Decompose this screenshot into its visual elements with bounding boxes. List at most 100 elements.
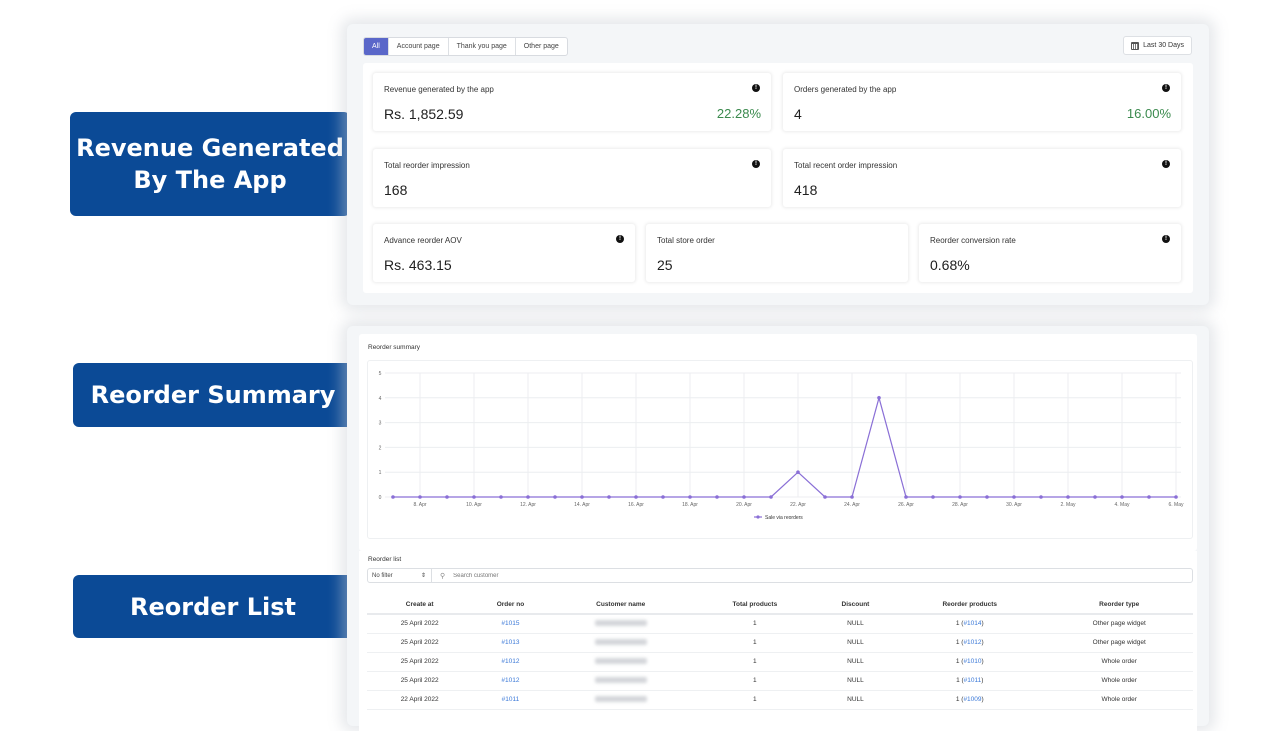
reorder-list-filter-bar: No filter ⇕ ⚲ bbox=[367, 568, 1193, 583]
reorder-order-link[interactable]: #1011 bbox=[964, 677, 982, 684]
data-point bbox=[904, 495, 908, 499]
page-filter-tabs: All Account page Thank you page Other pa… bbox=[363, 37, 568, 56]
order-link[interactable]: #1012 bbox=[501, 658, 519, 665]
cell-created: 25 April 2022 bbox=[367, 652, 472, 671]
stat-title: Total recent order impression bbox=[794, 161, 897, 170]
callout-reorder-summary: Reorder Summary bbox=[73, 363, 353, 427]
tab-account-page[interactable]: Account page bbox=[389, 38, 449, 55]
reorder-order-link[interactable]: #1014 bbox=[963, 620, 981, 627]
data-point bbox=[1012, 495, 1016, 499]
column-header[interactable]: Create at bbox=[367, 595, 472, 614]
cell-total-products: 1 bbox=[693, 690, 817, 709]
order-link[interactable]: #1011 bbox=[502, 696, 520, 703]
data-point bbox=[1093, 495, 1097, 499]
y-tick-label: 1 bbox=[379, 470, 382, 476]
x-tick-label: 16. Apr bbox=[628, 502, 644, 508]
data-point bbox=[607, 495, 611, 499]
filter-select[interactable]: No filter ⇕ bbox=[368, 569, 432, 582]
data-point bbox=[688, 495, 692, 499]
data-point bbox=[715, 495, 719, 499]
cell-customer bbox=[549, 652, 693, 671]
stat-card-aov: Advance reorder AOV ! Rs. 463.15 bbox=[373, 224, 635, 282]
table-header-row: Create at Order no Customer name Total p… bbox=[367, 595, 1193, 614]
data-point bbox=[796, 470, 800, 474]
customer-name-blurred bbox=[595, 658, 647, 664]
cell-created: 25 April 2022 bbox=[367, 633, 472, 652]
search-icon: ⚲ bbox=[440, 572, 445, 580]
reorder-order-link[interactable]: #1010 bbox=[963, 658, 981, 665]
select-arrows-icon: ⇕ bbox=[421, 572, 426, 579]
order-link[interactable]: #1012 bbox=[501, 677, 519, 684]
column-header[interactable]: Discount bbox=[817, 595, 894, 614]
table-row[interactable]: 25 April 2022#10121NULL1 (#1010)Whole or… bbox=[367, 652, 1193, 671]
info-icon[interactable]: ! bbox=[1162, 84, 1170, 92]
column-header[interactable]: Reorder type bbox=[1045, 595, 1193, 614]
reorder-summary-section: Reorder summary 0123458. Apr10. Apr12. A… bbox=[359, 334, 1197, 551]
calendar-icon bbox=[1131, 42, 1139, 50]
x-tick-label: 10. Apr bbox=[466, 502, 482, 508]
data-point bbox=[850, 495, 854, 499]
info-icon[interactable]: ! bbox=[1162, 235, 1170, 243]
stat-title: Total store order bbox=[657, 236, 715, 245]
reorder-count: 1 bbox=[956, 639, 960, 646]
reorder-order-link[interactable]: #1009 bbox=[963, 696, 981, 703]
table-row[interactable]: 22 April 2022#10111NULL1 (#1009)Whole or… bbox=[367, 690, 1193, 709]
cell-created: 22 April 2022 bbox=[367, 690, 472, 709]
search-customer-input[interactable] bbox=[453, 573, 753, 579]
cell-total-products: 1 bbox=[693, 614, 817, 633]
data-point bbox=[742, 495, 746, 499]
y-tick-label: 4 bbox=[379, 396, 382, 402]
tab-thank-you-page[interactable]: Thank you page bbox=[449, 38, 516, 55]
customer-name-blurred bbox=[595, 639, 647, 645]
callout-reorder-list: Reorder List bbox=[73, 575, 353, 638]
table-row[interactable]: 25 April 2022#10131NULL1 (#1012)Other pa… bbox=[367, 633, 1193, 652]
order-link[interactable]: #1015 bbox=[501, 620, 519, 627]
data-point bbox=[1147, 495, 1151, 499]
stat-change: 22.28% bbox=[717, 106, 761, 121]
stat-value: 0.68% bbox=[930, 257, 970, 273]
x-tick-label: 30. Apr bbox=[1006, 502, 1022, 508]
column-header[interactable]: Order no bbox=[472, 595, 548, 614]
info-icon[interactable]: ! bbox=[752, 160, 760, 168]
reorder-order-link[interactable]: #1012 bbox=[963, 639, 981, 646]
info-icon[interactable]: ! bbox=[1162, 160, 1170, 168]
y-tick-label: 0 bbox=[379, 495, 382, 501]
chart-title: Reorder summary bbox=[368, 344, 420, 351]
customer-name-blurred bbox=[595, 677, 647, 683]
stat-value: Rs. 1,852.59 bbox=[384, 106, 463, 122]
stats-panel: All Account page Thank you page Other pa… bbox=[347, 24, 1209, 305]
cell-discount: NULL bbox=[817, 614, 894, 633]
data-point bbox=[445, 495, 449, 499]
column-header[interactable]: Customer name bbox=[549, 595, 693, 614]
data-point bbox=[769, 495, 773, 499]
cell-total-products: 1 bbox=[693, 633, 817, 652]
date-range-button[interactable]: Last 30 Days bbox=[1123, 36, 1192, 55]
filter-select-value: No filter bbox=[372, 573, 393, 579]
cell-created: 25 April 2022 bbox=[367, 614, 472, 633]
cell-reorder-products: 1 (#1009) bbox=[894, 690, 1045, 709]
reorder-list-section: Reorder list No filter ⇕ ⚲ Create at Ord… bbox=[359, 551, 1197, 731]
table-row[interactable]: 25 April 2022#10151NULL1 (#1014)Other pa… bbox=[367, 614, 1193, 633]
column-header[interactable]: Reorder products bbox=[894, 595, 1045, 614]
column-header[interactable]: Total products bbox=[693, 595, 817, 614]
data-point bbox=[823, 495, 827, 499]
table-body: 25 April 2022#10151NULL1 (#1014)Other pa… bbox=[367, 614, 1193, 709]
stat-value: 168 bbox=[384, 182, 407, 198]
tab-all[interactable]: All bbox=[364, 38, 389, 55]
info-icon[interactable]: ! bbox=[616, 235, 624, 243]
cell-reorder-products: 1 (#1012) bbox=[894, 633, 1045, 652]
stat-card-conversion: Reorder conversion rate ! 0.68% bbox=[919, 224, 1181, 282]
tab-other-page[interactable]: Other page bbox=[516, 38, 567, 55]
info-icon[interactable]: ! bbox=[752, 84, 760, 92]
order-link[interactable]: #1013 bbox=[501, 639, 519, 646]
data-point bbox=[580, 495, 584, 499]
x-tick-label: 2. May bbox=[1060, 502, 1076, 508]
date-range-label: Last 30 Days bbox=[1143, 42, 1184, 49]
stat-value: 418 bbox=[794, 182, 817, 198]
table-row[interactable]: 25 April 2022#10121NULL1 (#1011)Whole or… bbox=[367, 671, 1193, 690]
cell-reorder-type: Whole order bbox=[1045, 652, 1193, 671]
data-point bbox=[877, 396, 881, 400]
reorder-list-table: Create at Order no Customer name Total p… bbox=[367, 595, 1193, 710]
reorder-list-title: Reorder list bbox=[368, 556, 401, 563]
stat-title: Revenue generated by the app bbox=[384, 85, 494, 94]
